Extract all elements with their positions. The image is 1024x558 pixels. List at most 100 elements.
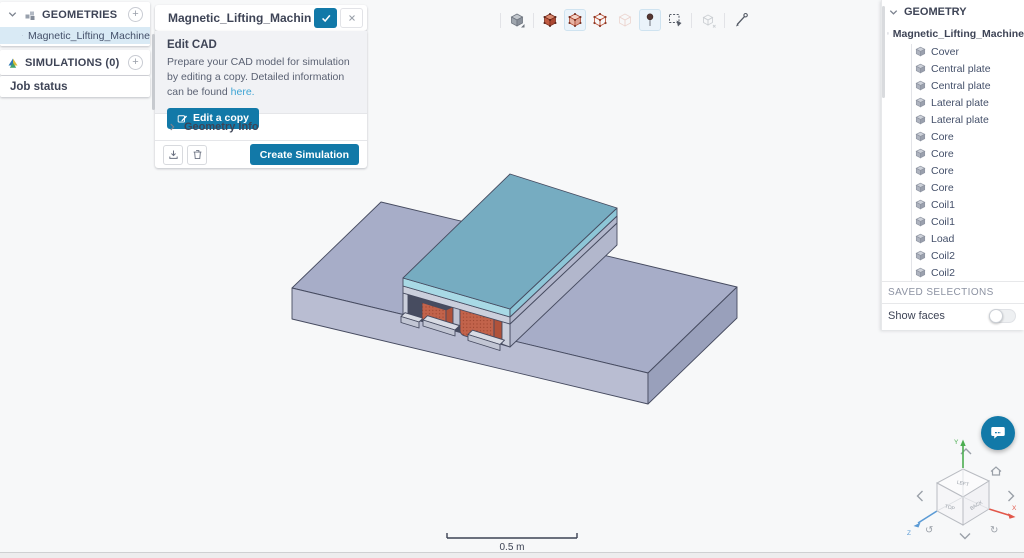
- tree-item-load[interactable]: Load: [882, 230, 1024, 247]
- scale-bar: 0.5 m: [442, 528, 582, 554]
- part-cube-icon: [915, 233, 926, 244]
- tree-item-lateral-plate[interactable]: Lateral plate: [882, 111, 1024, 128]
- geometry-root-item[interactable]: Magnetic_Lifting_Machine: [882, 24, 1024, 43]
- part-cube-icon: [915, 199, 926, 210]
- edit-cad-section: Edit CAD Prepare your CAD model for simu…: [155, 31, 367, 113]
- geometries-header[interactable]: GEOMETRIES +: [0, 2, 150, 27]
- edge-cube-icon: [592, 12, 608, 28]
- tree-item-coil1[interactable]: Coil1: [882, 213, 1024, 230]
- trash-icon: [191, 148, 204, 161]
- job-status-label: Job status: [10, 81, 68, 93]
- measure-button[interactable]: [730, 9, 752, 31]
- render-mode-button[interactable]: [506, 9, 528, 31]
- geometry-sidebar: GEOMETRY Magnetic_Lifting_Machine Cover …: [881, 0, 1024, 330]
- simulations-card: SIMULATIONS (0) +: [0, 50, 150, 75]
- help-link[interactable]: here.: [231, 86, 255, 98]
- delete-button[interactable]: [187, 145, 207, 165]
- toolbar-divider: [691, 13, 692, 28]
- probe-pin-icon: [642, 12, 658, 28]
- bottom-edge-bar: [0, 552, 1024, 558]
- y-axis-arrow: [960, 440, 965, 447]
- sidebar-scrollbar[interactable]: [882, 6, 885, 98]
- tree-item-coil2[interactable]: Coil2: [882, 247, 1024, 264]
- geometry-header[interactable]: GEOMETRY: [882, 0, 1024, 24]
- tree-item-cover[interactable]: Cover: [882, 43, 1024, 60]
- face-cube-icon: [567, 12, 583, 28]
- part-cube-icon: [915, 131, 926, 142]
- tree-item-coil1[interactable]: Coil1: [882, 196, 1024, 213]
- check-icon: [320, 12, 332, 24]
- geometries-label: GEOMETRIES: [42, 9, 117, 21]
- x-axis-arrow: [1008, 513, 1016, 519]
- y-axis-label: Y: [954, 439, 959, 446]
- simulations-label: SIMULATIONS (0): [25, 57, 119, 69]
- part-cube-icon: [915, 46, 926, 57]
- toolbar-divider: [500, 13, 501, 28]
- rotate-right-chevron[interactable]: [1009, 491, 1014, 501]
- collapse-minus-icon[interactable]: [887, 29, 889, 38]
- download-button[interactable]: [163, 145, 183, 165]
- confirm-button[interactable]: [314, 8, 337, 28]
- close-button[interactable]: [340, 8, 363, 28]
- tree-item-core[interactable]: Core: [882, 128, 1024, 145]
- chat-bubble-icon: [989, 424, 1007, 442]
- rotate-left-chevron[interactable]: [918, 491, 923, 501]
- part-cube-icon: [915, 250, 926, 261]
- select-edges-button[interactable]: [589, 9, 611, 31]
- chevron-right-icon: [167, 122, 177, 132]
- toolbar-divider: [724, 13, 725, 28]
- home-view-icon[interactable]: [991, 467, 1001, 475]
- vertex-cube-icon: [617, 12, 633, 28]
- edit-cad-heading: Edit CAD: [167, 39, 355, 51]
- geometry-tree-item-selected[interactable]: Magnetic_Lifting_Machine: [0, 27, 150, 44]
- tree-item-lateral-plate[interactable]: Lateral plate: [882, 94, 1024, 111]
- tree-item-core[interactable]: Core: [882, 179, 1024, 196]
- x-axis: [989, 509, 1010, 516]
- chevron-down-icon: [888, 7, 899, 18]
- part-cube-icon: [915, 97, 926, 108]
- x-axis-label: X: [1012, 505, 1017, 512]
- select-faces-button[interactable]: [564, 9, 586, 31]
- part-cube-icon: [915, 148, 926, 159]
- tree-connector-line: [911, 44, 912, 281]
- job-status-card[interactable]: Job status: [0, 76, 150, 97]
- part-cube-icon: [915, 165, 926, 176]
- select-volumes-button[interactable]: [539, 9, 561, 31]
- shaded-cube-icon: [509, 12, 525, 28]
- saved-selections-header[interactable]: SAVED SELECTIONS: [882, 282, 1024, 303]
- panel-title: Magnetic_Lifting_Machine: [168, 11, 311, 25]
- part-cube-icon: [915, 182, 926, 193]
- chevron-down-icon: [7, 9, 18, 20]
- selection-toolbar: [498, 9, 752, 31]
- view-cube[interactable]: [937, 469, 989, 525]
- show-faces-toggle[interactable]: [989, 309, 1016, 323]
- part-cube-icon: [915, 80, 926, 91]
- create-simulation-button[interactable]: Create Simulation: [250, 144, 359, 165]
- rotate-down-chevron[interactable]: [960, 534, 970, 539]
- add-simulation-button[interactable]: +: [128, 55, 143, 70]
- tree-item-central-plate[interactable]: Central plate: [882, 77, 1024, 94]
- add-geometry-button[interactable]: +: [128, 7, 143, 22]
- simulations-header[interactable]: SIMULATIONS (0) +: [0, 50, 150, 75]
- box-select-icon: [667, 12, 683, 28]
- rotate-cw-icon[interactable]: ↻: [990, 525, 998, 536]
- tree-item-core[interactable]: Core: [882, 162, 1024, 179]
- panel-scrollbar[interactable]: [152, 34, 155, 110]
- simulations-icon: [7, 57, 19, 69]
- rotate-ccw-icon[interactable]: ↺: [925, 525, 933, 536]
- geometry-item-label: Magnetic_Lifting_Machine: [28, 30, 150, 42]
- tree-item-core[interactable]: Core: [882, 145, 1024, 162]
- select-vertices-button: [614, 9, 636, 31]
- tree-item-coil2[interactable]: Coil2: [882, 264, 1024, 281]
- part-cube-icon: [915, 216, 926, 227]
- tree-item-central-plate[interactable]: Central plate: [882, 60, 1024, 77]
- support-chat-button[interactable]: [981, 416, 1015, 450]
- edit-cad-description: Prepare your CAD model for simulation by…: [167, 55, 355, 101]
- download-icon: [167, 148, 180, 161]
- toggle-knob: [989, 309, 1003, 323]
- transform-button: [697, 9, 719, 31]
- volume-cube-icon: [542, 12, 558, 28]
- box-select-button[interactable]: [664, 9, 686, 31]
- probe-point-button[interactable]: [639, 9, 661, 31]
- geometry-part-icon: [22, 30, 23, 41]
